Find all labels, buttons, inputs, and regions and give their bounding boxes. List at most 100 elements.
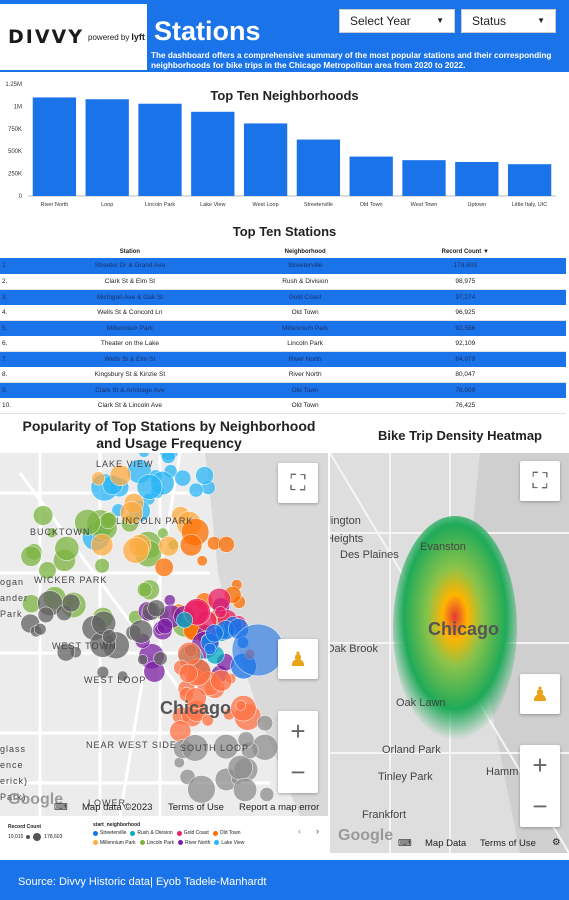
station-bubble[interactable] bbox=[147, 599, 166, 618]
station-bubble[interactable] bbox=[204, 642, 217, 656]
station-bubble[interactable] bbox=[233, 777, 257, 802]
station-bubble[interactable] bbox=[137, 654, 149, 665]
station-bubble[interactable] bbox=[122, 537, 150, 564]
settings-gear-icon[interactable]: ⚙ bbox=[552, 837, 561, 848]
station-bubble[interactable] bbox=[231, 623, 285, 677]
legend-item[interactable]: Rush & Division bbox=[130, 829, 173, 837]
bar[interactable] bbox=[138, 103, 182, 196]
bar[interactable] bbox=[296, 139, 341, 196]
station-bubble[interactable] bbox=[153, 651, 168, 666]
zoom-out-button[interactable]: − bbox=[278, 752, 318, 793]
legend-item[interactable]: Lincoln Park bbox=[139, 839, 174, 847]
density-heatmap[interactable]: llington Heights Des Plaines Evanston Chicag… bbox=[330, 453, 569, 853]
station-bubble[interactable] bbox=[90, 533, 114, 557]
station-bubble-map[interactable]: LAKE VIEW BUCKTOWN LINCOLN PARK WICKER PARK… bbox=[0, 453, 328, 816]
legend-item[interactable]: Streeterville bbox=[93, 829, 126, 837]
station-bubble[interactable] bbox=[37, 606, 55, 623]
table-row[interactable]: 1. Streeter Dr & Grand Ave Streeterville 17… bbox=[0, 258, 566, 274]
map-data-link[interactable]: Map Data bbox=[425, 838, 466, 849]
station-bubble[interactable] bbox=[179, 533, 203, 557]
station-bubble[interactable] bbox=[154, 557, 174, 577]
station-bubble[interactable] bbox=[227, 755, 253, 781]
station-bubble[interactable] bbox=[158, 536, 179, 557]
legend-item[interactable]: Lake View bbox=[214, 839, 244, 847]
legend-item[interactable]: Old Town bbox=[212, 829, 240, 837]
fullscreen-button[interactable]: ⛶ bbox=[520, 461, 560, 501]
station-bubble[interactable] bbox=[20, 545, 42, 567]
legend-item[interactable]: Gold Coast bbox=[176, 829, 209, 837]
zoom-in-button[interactable]: + bbox=[520, 745, 560, 786]
station-bubble[interactable] bbox=[163, 594, 176, 606]
station-bubble[interactable] bbox=[259, 787, 275, 802]
pegman-button[interactable]: ♟ bbox=[278, 639, 318, 679]
bar[interactable] bbox=[191, 111, 235, 196]
station-bubble[interactable] bbox=[218, 536, 235, 553]
table-row[interactable]: 7. Wells St & Elm St River North 84,079 bbox=[0, 351, 566, 368]
legend-item[interactable]: Millennium Park bbox=[93, 839, 136, 847]
terms-of-use-link[interactable]: Terms of Use bbox=[168, 802, 224, 813]
station-bubble[interactable] bbox=[178, 663, 198, 683]
legend-next-icon[interactable]: › bbox=[316, 826, 319, 836]
station-bubble[interactable] bbox=[61, 593, 81, 613]
map-place-label: erick) bbox=[0, 776, 28, 786]
bar[interactable] bbox=[85, 99, 129, 196]
bar[interactable] bbox=[402, 160, 446, 196]
bar[interactable] bbox=[507, 164, 552, 196]
station-bubble[interactable] bbox=[94, 558, 110, 574]
station-bubble[interactable] bbox=[256, 715, 274, 732]
terms-of-use-link[interactable]: Terms of Use bbox=[480, 838, 536, 849]
keyboard-icon[interactable]: ⌨ bbox=[398, 838, 412, 849]
keyboard-icon[interactable]: ⌨ bbox=[54, 802, 68, 813]
station-bubble[interactable] bbox=[99, 512, 117, 530]
station-bubble[interactable] bbox=[156, 618, 173, 635]
bar[interactable] bbox=[349, 156, 393, 196]
neighborhood-header[interactable]: Neighborhood bbox=[246, 245, 365, 258]
status-dropdown[interactable]: Status ▼ bbox=[461, 9, 556, 33]
zoom-in-button[interactable]: + bbox=[278, 711, 318, 752]
record-count-header[interactable]: Record Count ▼ bbox=[365, 245, 566, 258]
station-bubble[interactable] bbox=[205, 624, 224, 643]
bar[interactable] bbox=[455, 161, 499, 196]
station-bubble[interactable] bbox=[210, 669, 233, 692]
legend-prev-icon[interactable]: ‹ bbox=[298, 826, 301, 836]
status-label: Status bbox=[472, 14, 507, 28]
station-bubble[interactable] bbox=[176, 611, 194, 629]
table-row[interactable]: 8. Kingsbury St & Kinzie St River North 80,… bbox=[0, 367, 566, 384]
station-bubble[interactable] bbox=[34, 623, 47, 636]
station-bubble[interactable] bbox=[161, 453, 176, 464]
map-place-label: ogan bbox=[0, 577, 25, 587]
bar[interactable] bbox=[243, 123, 288, 196]
top-neighborhoods-bar-chart: 0 250K 500K 750K 1M 1.25M River North Loop Linco… bbox=[5, 82, 556, 208]
station-bubble[interactable] bbox=[91, 471, 106, 486]
table-row[interactable]: 5. Millennium Park Millennium Park 92,586 bbox=[0, 320, 566, 336]
station-bubble[interactable] bbox=[129, 619, 153, 644]
table-row[interactable]: 4. Wells St & Concord Ln Old Town 96,925 bbox=[0, 304, 566, 321]
station-bubble[interactable] bbox=[235, 700, 247, 711]
station-bubble[interactable] bbox=[138, 453, 150, 458]
select-year-dropdown[interactable]: Select Year ▼ bbox=[339, 9, 455, 33]
table-row[interactable]: 3. Michigan Ave & Oak St Gold Coast 97,274 bbox=[0, 289, 566, 305]
y-tick-label: 1.25M bbox=[5, 82, 22, 88]
station-bubble[interactable] bbox=[173, 757, 185, 769]
station-bubble[interactable] bbox=[188, 482, 204, 498]
station-bubble[interactable] bbox=[33, 505, 54, 526]
station-bubble[interactable] bbox=[187, 775, 216, 804]
station-cell: Michigan Ave & Oak St bbox=[14, 289, 246, 305]
pegman-button[interactable]: ♟ bbox=[520, 674, 560, 714]
station-header[interactable]: Station bbox=[14, 245, 246, 258]
legend-item[interactable]: River North bbox=[178, 839, 210, 847]
table-row[interactable]: 2. Clark St & Elm St Rush & Division 98,975 bbox=[0, 273, 566, 290]
zoom-out-button[interactable]: − bbox=[520, 786, 560, 827]
report-map-error-link[interactable]: Report a map error bbox=[239, 802, 319, 813]
table-row[interactable]: 10. Clark St & Lincoln Ave Old Town 76,425 bbox=[0, 398, 566, 415]
station-bubble[interactable] bbox=[54, 536, 80, 561]
station-bubble[interactable] bbox=[214, 606, 227, 619]
bar[interactable] bbox=[32, 97, 77, 196]
station-bubble[interactable] bbox=[196, 555, 208, 567]
fullscreen-button[interactable]: ⛶ bbox=[278, 463, 318, 503]
station-bubble[interactable] bbox=[174, 469, 192, 487]
station-bubble[interactable] bbox=[195, 466, 214, 485]
table-row[interactable]: 9. Clark St & Armitage Ave Old Town 78,509 bbox=[0, 382, 566, 399]
table-row[interactable]: 6. Theater on the Lake Lincoln Park 92,109 bbox=[0, 335, 566, 353]
station-bubble[interactable] bbox=[137, 582, 153, 598]
